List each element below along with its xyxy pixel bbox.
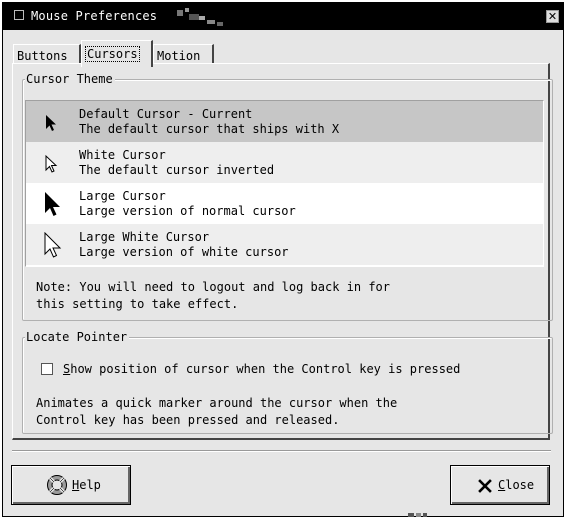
tab-cursors[interactable]: Cursors <box>81 40 153 67</box>
title-bar-artifact <box>177 6 229 28</box>
list-item-white-cursor[interactable]: White Cursor The default cursor inverted <box>26 142 543 183</box>
window-title: Mouse Preferences <box>31 9 158 23</box>
tab-cursors-label: Cursors <box>85 46 140 62</box>
close-button-label: Close <box>498 477 534 493</box>
tab-buttons-label: Buttons <box>17 49 68 63</box>
large-arrow-cursor-icon <box>45 192 60 216</box>
large-white-arrow-cursor-icon <box>44 232 62 258</box>
show-position-label[interactable]: Show position of cursor when the Control… <box>63 361 460 377</box>
close-button[interactable]: Close <box>450 465 550 505</box>
list-item-large-white-cursor[interactable]: Large White Cursor Large version of whit… <box>26 224 543 265</box>
help-button-label: Help <box>72 477 101 493</box>
cursor-name: Default Cursor - Current <box>79 107 253 121</box>
logout-note: Note: You will need to logout and log ba… <box>36 280 391 311</box>
cursor-name: White Cursor <box>79 148 166 162</box>
lifebuoy-icon <box>47 475 67 495</box>
help-button[interactable]: Help <box>11 465 131 505</box>
dialog-separator <box>12 450 551 452</box>
x-icon <box>478 479 492 493</box>
window-menu-icon[interactable] <box>14 10 24 20</box>
cursor-description: Large version of normal cursor <box>79 204 296 218</box>
cursor-description: The default cursor inverted <box>79 163 275 177</box>
help-label-rest: elp <box>79 478 101 492</box>
cursor-name: Large White Cursor <box>79 230 210 244</box>
white-arrow-cursor-icon <box>45 154 58 173</box>
list-item-large-cursor[interactable]: Large Cursor Large version of normal cur… <box>26 183 543 224</box>
list-item-default-cursor[interactable]: Default Cursor - Current The default cur… <box>26 101 543 142</box>
tab-motion-label: Motion <box>157 49 201 63</box>
locate-pointer-heading: Locate Pointer <box>25 329 130 345</box>
show-position-label-rest: how position of cursor when the Control … <box>70 362 461 376</box>
cursor-description: Large version of white cursor <box>79 245 289 259</box>
title-bar[interactable]: Mouse Preferences ✕ <box>3 3 563 30</box>
locate-pointer-description: Animates a quick marker around the curso… <box>36 396 398 427</box>
close-label-rest: lose <box>505 478 535 492</box>
cursor-description: The default cursor that ships with X <box>79 122 340 136</box>
cursor-theme-heading: Cursor Theme <box>25 71 115 87</box>
show-position-checkbox[interactable] <box>41 363 53 375</box>
cursor-theme-list: Default Cursor - Current The default cur… <box>25 100 544 267</box>
cursor-name: Large Cursor <box>79 189 166 203</box>
window-close-icon[interactable]: ✕ <box>546 10 559 23</box>
arrow-cursor-icon <box>46 115 56 131</box>
